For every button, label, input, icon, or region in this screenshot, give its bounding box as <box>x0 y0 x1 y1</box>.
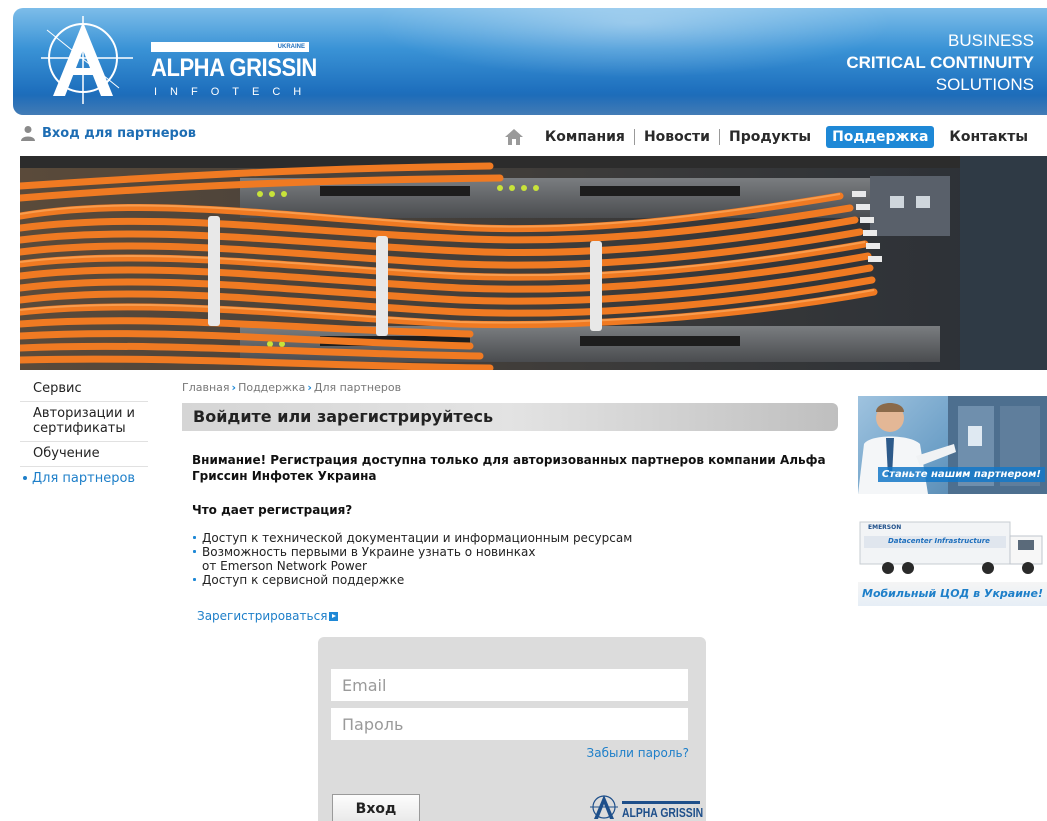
hero-image <box>20 156 1047 370</box>
benefit-text: Доступ к технической документации и инфо… <box>202 531 633 545</box>
ad2-caption: Мобильный ЦОД в Украине! <box>862 587 1043 600</box>
tagline: BUSINESS CRITICAL CONTINUITY SOLUTIONS <box>846 30 1034 96</box>
become-partner-banner[interactable]: Станьте нашим партнером! <box>858 396 1047 494</box>
page-title: Войдите или зарегистрируйтесь <box>193 407 494 426</box>
sidebar-item-authorizations[interactable]: Авторизации и сертификаты <box>20 402 148 442</box>
forgot-password-link[interactable]: Забыли пароль? <box>587 746 689 760</box>
nav-item-company[interactable]: Компания <box>536 126 634 148</box>
tagline-line-2: CRITICAL CONTINUITY <box>846 53 1034 72</box>
logo-subtitle: INFOTECH <box>154 86 315 98</box>
breadcrumb-current: Для партнеров <box>313 381 402 394</box>
site-logo[interactable]: UKRAINE ALPHA GRISSIN INFOTECH <box>33 14 317 106</box>
register-link[interactable]: Зарегистрироваться <box>197 609 339 623</box>
arrow-right-icon <box>329 611 339 621</box>
benefits-title: Что дает регистрация? <box>192 503 353 517</box>
login-form: Забыли пароль? Вход ALPHA GRISSIN <box>318 637 706 821</box>
breadcrumb: Главная › Поддержка › Для партнеров <box>182 381 401 394</box>
mobile-datacenter-banner[interactable]: EMERSON Datacenter Infrastructure Мобиль… <box>858 516 1047 606</box>
banner-shine <box>373 8 893 78</box>
home-icon[interactable] <box>504 127 524 147</box>
tagline-line-1: BUSINESS <box>948 31 1034 50</box>
benefit-text: Возможность первыми в Украине узнать о н… <box>202 545 536 559</box>
email-field[interactable] <box>331 669 688 701</box>
benefit-text-line-2: от Emerson Network Power <box>202 559 367 573</box>
mini-logo: ALPHA GRISSIN <box>588 793 704 821</box>
mini-logo-text: ALPHA GRISSIN <box>622 805 704 820</box>
current-dot <box>23 475 27 480</box>
logo-name: ALPHA GRISSIN <box>151 54 317 82</box>
logo-bar: UKRAINE <box>151 42 309 52</box>
sidebar-item-partners[interactable]: Для партнеров <box>20 467 148 491</box>
login-button[interactable]: Вход <box>332 794 420 821</box>
tagline-line-3: SOLUTIONS <box>935 75 1034 94</box>
sidebar-item-training[interactable]: Обучение <box>20 442 148 467</box>
list-item: Доступ к сервисной поддержке <box>192 573 632 587</box>
nav-item-support[interactable]: Поддержка <box>826 126 935 148</box>
main-nav: Компания Новости Продукты Поддержка Конт… <box>504 124 1037 150</box>
sidebar: Сервис Авторизации и сертификаты Обучени… <box>20 377 148 491</box>
partner-login-link[interactable]: Вход для партнеров <box>20 125 196 141</box>
header-banner: UKRAINE ALPHA GRISSIN INFOTECH BUSINESS … <box>13 8 1047 115</box>
logo-wordmark: UKRAINE ALPHA GRISSIN INFOTECH <box>151 42 317 98</box>
registration-notice: Внимание! Регистрация доступна только дл… <box>192 453 826 483</box>
ad2-caption-bar: Мобильный ЦОД в Украине! <box>858 582 1047 606</box>
breadcrumb-support[interactable]: Поддержка <box>238 381 305 394</box>
breadcrumb-arrow-icon: › <box>307 381 312 394</box>
sidebar-item-partners-label: Для партнеров <box>32 471 136 486</box>
list-item: Доступ к технической документации и инфо… <box>192 531 632 545</box>
sidebar-item-service[interactable]: Сервис <box>20 377 148 402</box>
ad2-truck-text: Datacenter Infrastructure <box>888 537 990 545</box>
ad2-brand: EMERSON <box>868 524 902 531</box>
ad1-caption: Станьте нашим партнером! <box>877 467 1045 482</box>
page: UKRAINE ALPHA GRISSIN INFOTECH BUSINESS … <box>0 0 1047 821</box>
password-field[interactable] <box>331 708 688 740</box>
hero-cables-illustration <box>20 156 1047 370</box>
nav-item-contacts[interactable]: Контакты <box>940 126 1037 148</box>
breadcrumb-home[interactable]: Главная <box>182 381 230 394</box>
breadcrumb-arrow-icon: › <box>231 381 237 394</box>
register-link-label: Зарегистрироваться <box>197 609 328 623</box>
benefit-text: Доступ к сервисной поддержке <box>202 573 405 587</box>
partner-login-label: Вход для партнеров <box>42 125 197 141</box>
benefits-list: Доступ к технической документации и инфо… <box>192 531 632 587</box>
nav-item-products[interactable]: Продукты <box>720 126 820 148</box>
heading-bar: Войдите или зарегистрируйтесь <box>182 403 838 431</box>
logo-country: UKRAINE <box>277 44 305 50</box>
nav-item-news[interactable]: Новости <box>635 126 719 148</box>
logo-emblem-icon <box>41 16 133 104</box>
user-icon <box>21 126 35 141</box>
list-item: Возможность первыми в Украине узнать о н… <box>192 545 632 573</box>
